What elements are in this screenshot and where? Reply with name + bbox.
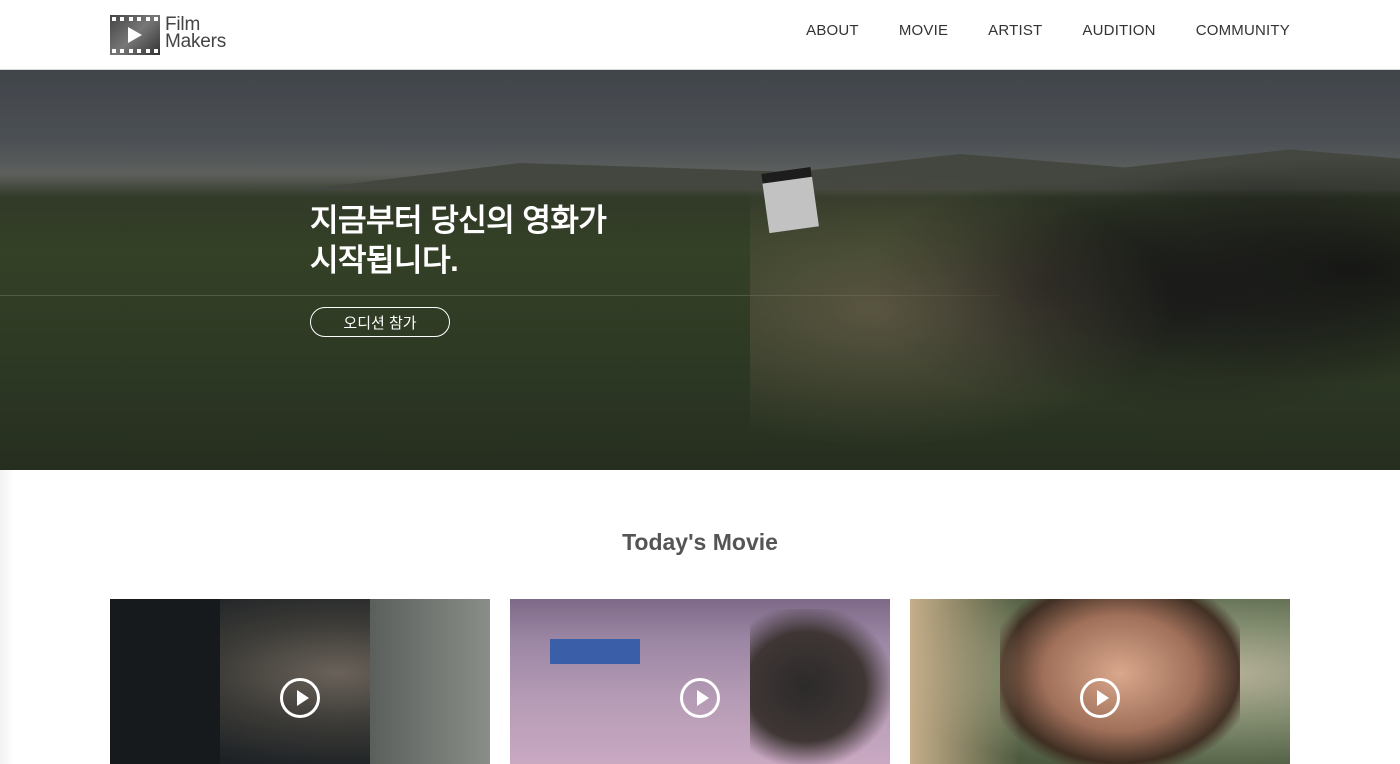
nav-movie[interactable]: MOVIE <box>899 22 948 39</box>
movie-card[interactable] <box>910 599 1290 764</box>
movie-card[interactable] <box>510 599 890 764</box>
nav-about[interactable]: ABOUT <box>806 22 859 39</box>
hero-title-line1: 지금부터 당신의 영화가 <box>310 203 607 238</box>
movie-card[interactable] <box>110 599 490 764</box>
play-circle-icon[interactable] <box>680 678 720 718</box>
site-header: Film Makers ABOUT MOVIE ARTIST AUDITION … <box>0 0 1400 70</box>
movie-card-list <box>110 599 1290 764</box>
hero-overlay <box>0 70 1400 470</box>
hero-title-line2: 시작됩니다. <box>310 243 459 278</box>
nav-community[interactable]: COMMUNITY <box>1196 22 1290 39</box>
hero-title: 지금부터 당신의 영화가 시작됩니다. <box>310 201 607 281</box>
logo-text: Film Makers <box>165 15 227 52</box>
film-reel-logo-icon <box>110 15 160 55</box>
nav-audition[interactable]: AUDITION <box>1082 22 1155 39</box>
logo-text-line2: Makers <box>165 31 227 52</box>
main-nav: ABOUT MOVIE ARTIST AUDITION COMMUNITY <box>806 22 1290 39</box>
audition-join-button[interactable]: 오디션 참가 <box>310 307 450 337</box>
play-circle-icon[interactable] <box>1080 678 1120 718</box>
todays-movie-title: Today's Movie <box>622 529 778 555</box>
filmmakers-logo[interactable]: Film Makers <box>110 15 240 55</box>
play-circle-icon[interactable] <box>280 678 320 718</box>
hero-banner: 지금부터 당신의 영화가 시작됩니다. 오디션 참가 <box>0 70 1400 470</box>
nav-artist[interactable]: ARTIST <box>988 22 1042 39</box>
